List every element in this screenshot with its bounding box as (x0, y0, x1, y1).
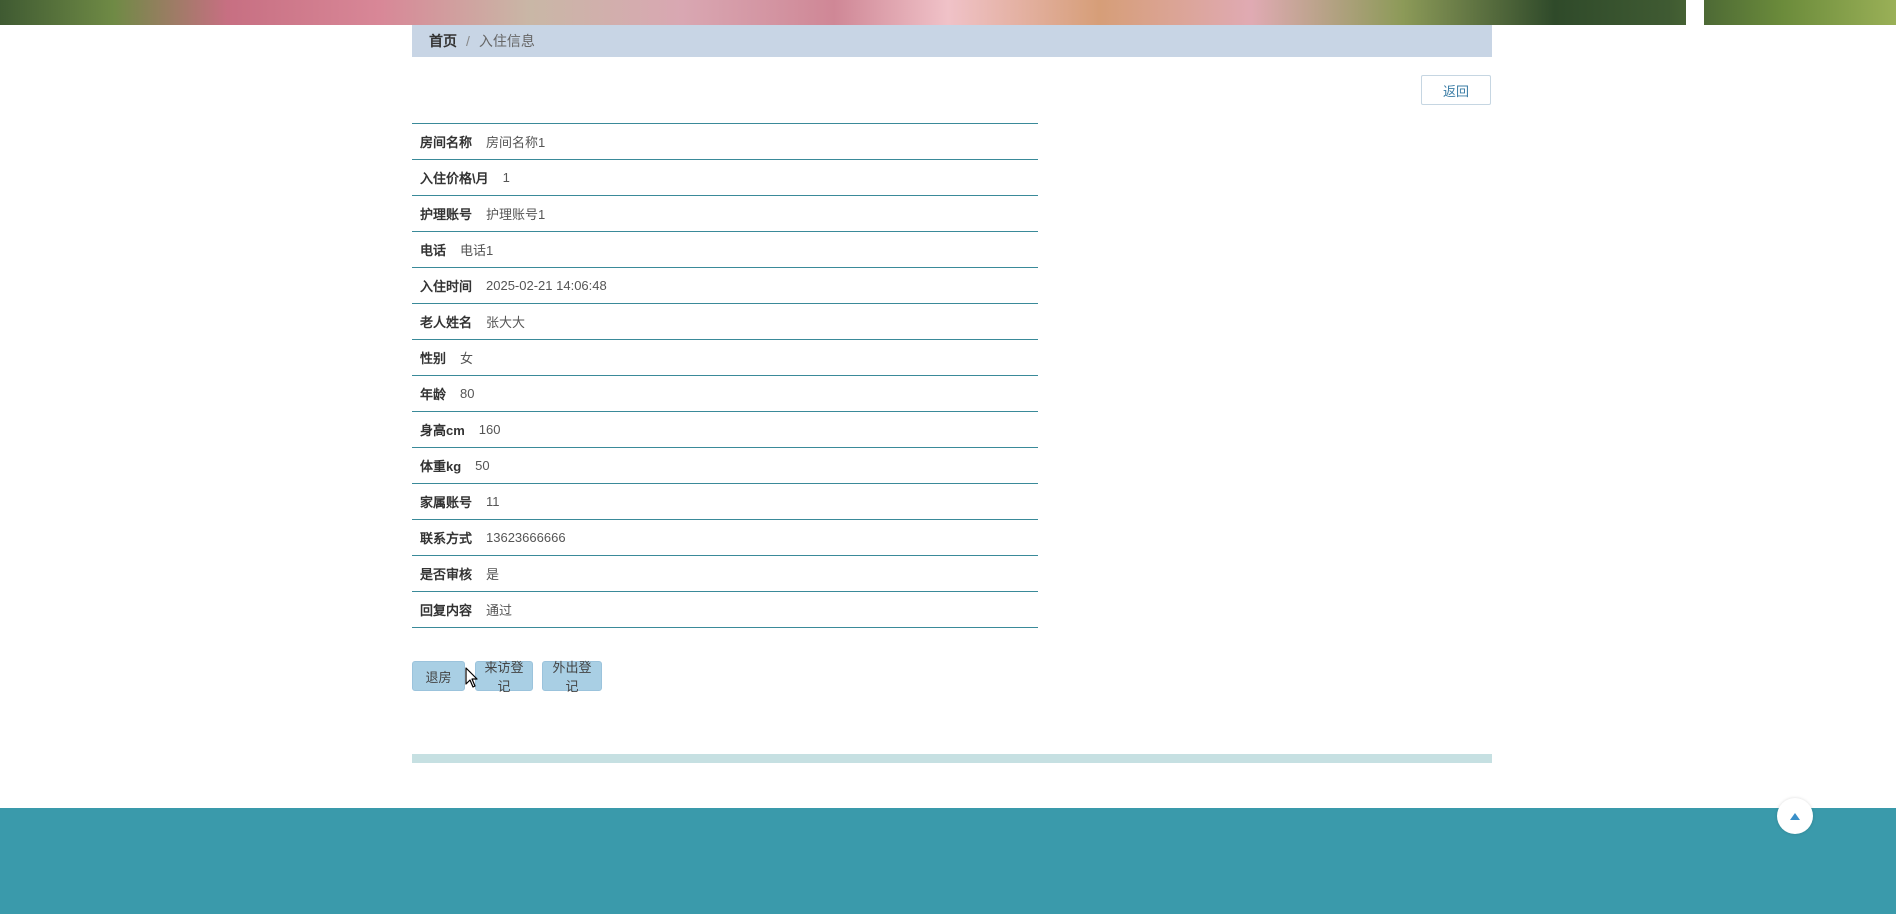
field-label: 电话 (420, 243, 447, 258)
field-value: 1 (502, 170, 510, 185)
breadcrumb-separator: / (466, 33, 470, 49)
field-label: 入住时间 (420, 279, 473, 294)
detail-row: 体重kg 50 (412, 448, 1038, 484)
detail-row: 护理账号 护理账号1 (412, 196, 1038, 232)
detail-table: 房间名称 房间名称1 入住价格\月 1 护理账号 护理账号1 电话 电话1 入住时间 20… (412, 123, 1038, 628)
field-label: 入住价格\月 (420, 171, 489, 186)
detail-row: 入住价格\月 1 (412, 160, 1038, 196)
breadcrumb-current: 入住信息 (478, 33, 535, 49)
breadcrumb: 首页 / 入住信息 (412, 25, 1492, 57)
detail-row: 回复内容 通过 (412, 592, 1038, 628)
field-label: 家属账号 (420, 495, 473, 510)
caret-up-icon (1790, 812, 1800, 820)
field-value: 2025-02-21 14:06:48 (486, 278, 607, 293)
detail-row: 入住时间 2025-02-21 14:06:48 (412, 268, 1038, 304)
header-banner-image (0, 0, 1896, 25)
field-label: 体重kg (420, 459, 462, 474)
checkout-button[interactable]: 退房 (412, 661, 465, 691)
visit-register-button[interactable]: 来访登记 (475, 660, 533, 694)
field-value: 女 (460, 351, 474, 366)
detail-row: 房间名称 房间名称1 (412, 124, 1038, 160)
field-value: 80 (460, 386, 475, 401)
field-value: 11 (486, 494, 500, 509)
field-value: 160 (478, 422, 501, 437)
field-label: 房间名称 (420, 135, 473, 150)
detail-row: 家属账号 11 (412, 484, 1038, 520)
banner-gap (1686, 0, 1704, 25)
content-divider (412, 754, 1492, 763)
field-value: 电话1 (460, 243, 494, 258)
detail-row: 老人姓名 张大大 (412, 304, 1038, 340)
outing-register-button[interactable]: 外出登记 (542, 660, 602, 694)
field-value: 13623666666 (486, 530, 566, 545)
back-to-top-button[interactable] (1777, 798, 1813, 834)
mouse-pointer-icon (465, 667, 478, 688)
field-label: 是否审核 (420, 567, 473, 582)
footer (0, 808, 1896, 914)
detail-row: 联系方式 13623666666 (412, 520, 1038, 556)
back-button[interactable]: 返回 (1421, 75, 1491, 105)
field-value: 通过 (486, 603, 513, 618)
field-value: 是 (486, 567, 500, 582)
detail-row: 年龄 80 (412, 376, 1038, 412)
field-label: 护理账号 (420, 207, 473, 222)
action-buttons: 退房 来访登记 外出登记 (412, 660, 602, 694)
field-label: 回复内容 (420, 603, 473, 618)
field-value: 张大大 (486, 315, 526, 330)
detail-row: 身高cm 160 (412, 412, 1038, 448)
field-value: 护理账号1 (486, 207, 546, 222)
detail-row: 是否审核是 (412, 556, 1038, 592)
field-label: 性别 (420, 351, 447, 366)
field-value: 房间名称1 (486, 135, 546, 150)
breadcrumb-home-link[interactable]: 首页 (429, 31, 457, 51)
detail-row: 性别女 (412, 340, 1038, 376)
field-label: 老人姓名 (420, 315, 473, 330)
field-label: 年龄 (420, 387, 447, 402)
detail-row: 电话 电话1 (412, 232, 1038, 268)
field-label: 身高cm (420, 423, 465, 438)
field-label: 联系方式 (420, 531, 473, 546)
field-value: 50 (475, 458, 490, 473)
